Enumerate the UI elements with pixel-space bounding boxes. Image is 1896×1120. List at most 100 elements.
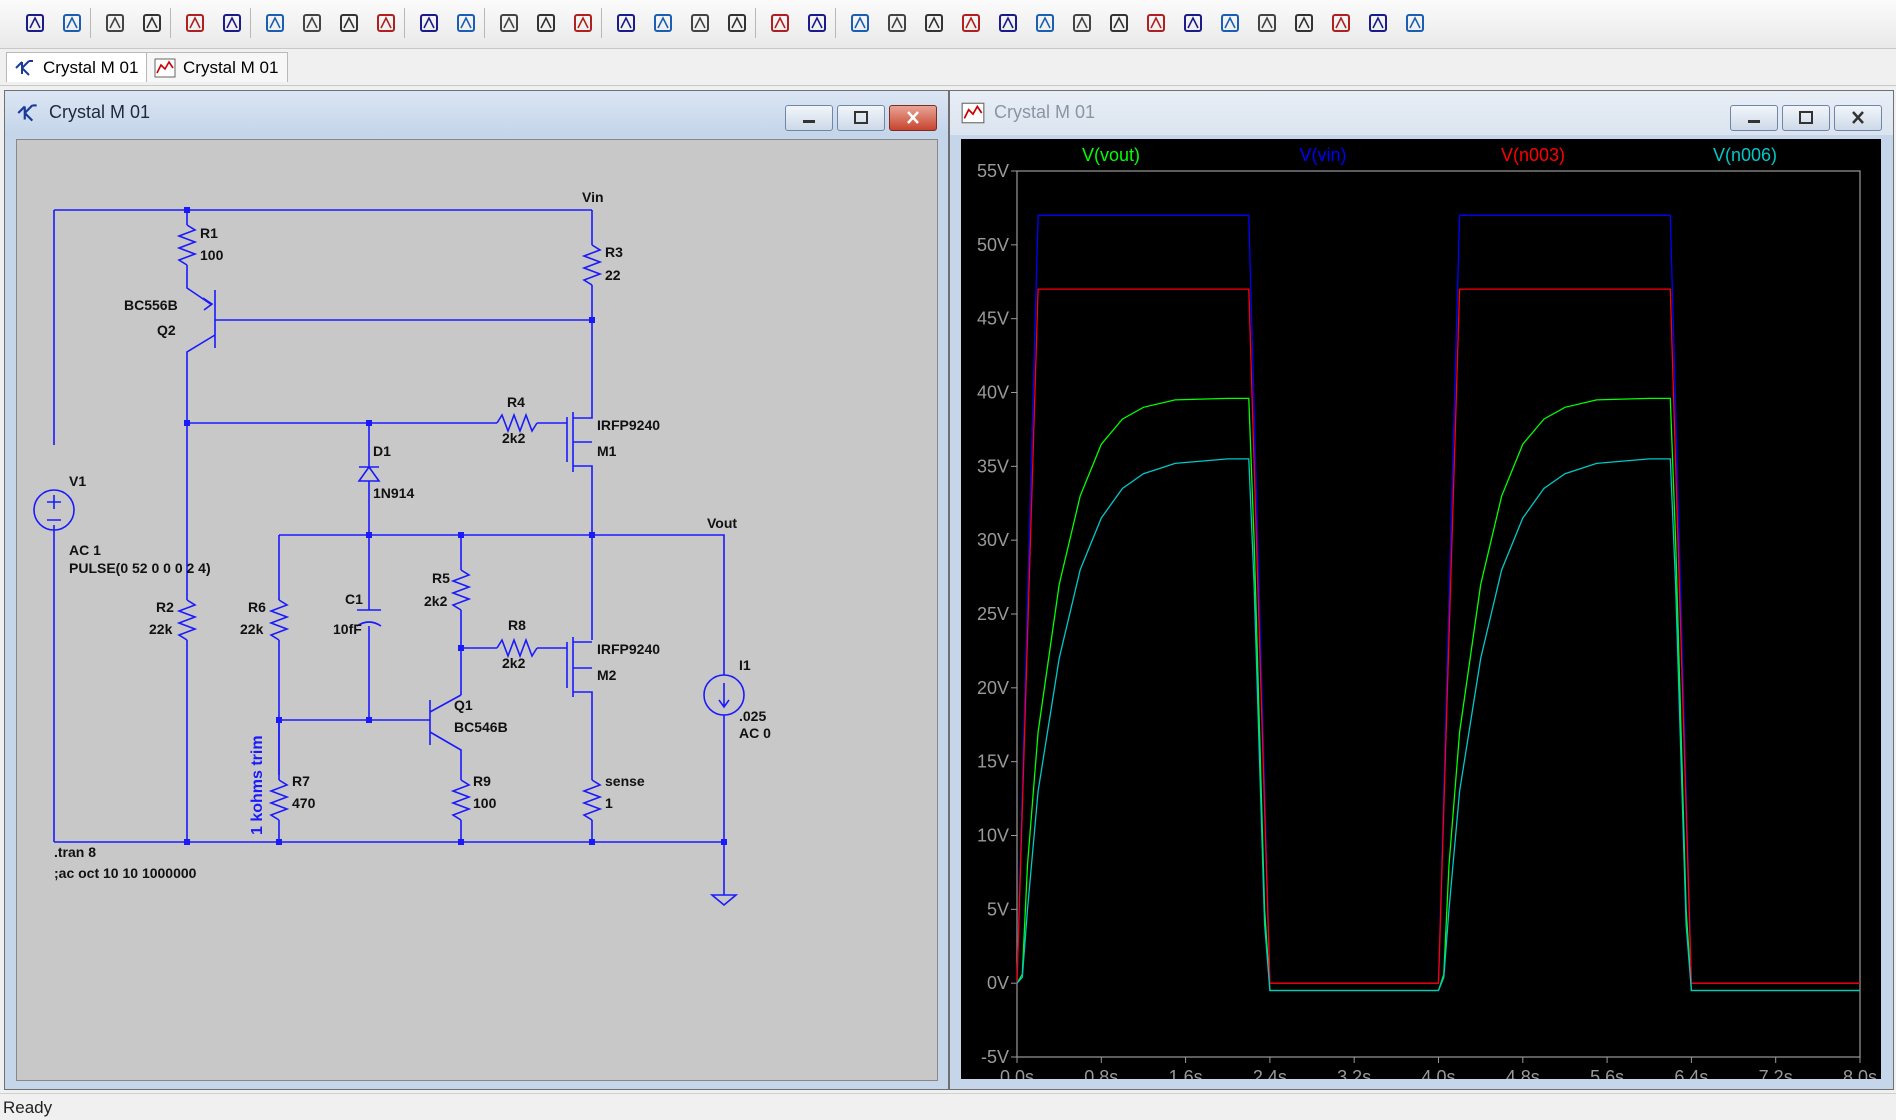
- drag-button[interactable]: [1178, 8, 1208, 38]
- zoom-out-button[interactable]: [334, 8, 364, 38]
- tab-label: Crystal M 01: [43, 57, 139, 77]
- print-button[interactable]: [802, 8, 832, 38]
- zoom-out-icon: [340, 14, 358, 32]
- resistor: [176, 599, 198, 641]
- waveform-window[interactable]: Crystal M 01 55V 50V 45V 40V 35V 30V 25V 20V 15V…: [949, 90, 1894, 1090]
- toolbar-separator: [601, 8, 602, 38]
- schematic-titlebar[interactable]: Crystal M 01: [5, 91, 948, 135]
- redo-icon: [1258, 14, 1276, 32]
- cascade-button[interactable]: [531, 8, 561, 38]
- part-value: PULSE(0 52 0 0 0 2 4): [69, 560, 211, 576]
- close-button[interactable]: [1834, 105, 1882, 131]
- cut-button[interactable]: [611, 8, 641, 38]
- tile-vertical-button[interactable]: [568, 8, 598, 38]
- document-tabs: Crystal M 01 Crystal M 01: [0, 49, 1896, 86]
- tile-horizontal-button[interactable]: [494, 8, 524, 38]
- y-tick-label: 40V: [977, 383, 1009, 403]
- schematic-window[interactable]: Crystal M 01 Vin Vout R1 100 R3 22 BC556…: [4, 90, 949, 1090]
- rotate-icon: [1295, 14, 1313, 32]
- part-name: R8: [508, 617, 526, 633]
- spice-comment: ;ac oct 10 10 1000000: [54, 865, 197, 881]
- new-schematic-button[interactable]: [20, 8, 50, 38]
- redo-button[interactable]: [1252, 8, 1282, 38]
- new-schematic-icon: [26, 14, 44, 32]
- run-button[interactable]: [180, 8, 210, 38]
- part-name: R4: [507, 394, 525, 410]
- print-setup-button[interactable]: [765, 8, 795, 38]
- x-tick-label: 0.0s: [1000, 1067, 1034, 1079]
- zoom-full-button[interactable]: [297, 8, 327, 38]
- transistor: [186, 290, 592, 423]
- part-name: sense: [605, 773, 645, 789]
- text-button[interactable]: [1363, 8, 1393, 38]
- zoom-cancel-button[interactable]: [371, 8, 401, 38]
- mirror-button[interactable]: [1326, 8, 1356, 38]
- part-name: D1: [373, 443, 391, 459]
- part-name: R2: [156, 599, 174, 615]
- plot-settings-icon: [457, 14, 475, 32]
- find-button[interactable]: [722, 8, 752, 38]
- part-value: 2k2: [502, 430, 526, 446]
- plot-settings-button[interactable]: [451, 8, 481, 38]
- y-tick-label: 35V: [977, 456, 1009, 476]
- schematic-icon: [15, 59, 33, 76]
- resistor-button[interactable]: [956, 8, 986, 38]
- waveform-titlebar[interactable]: Crystal M 01: [950, 91, 1893, 135]
- component-button[interactable]: [1104, 8, 1134, 38]
- close-button[interactable]: [889, 105, 937, 131]
- move-button[interactable]: [1141, 8, 1171, 38]
- control-panel-icon: [143, 14, 161, 32]
- zoom-in-button[interactable]: [260, 8, 290, 38]
- spice-directive-button[interactable]: [1400, 8, 1430, 38]
- label-net-button[interactable]: [919, 8, 949, 38]
- y-tick-label: 20V: [977, 678, 1009, 698]
- part-value: 22k: [240, 621, 264, 637]
- schematic-icon: [17, 104, 37, 122]
- save-icon: [106, 14, 124, 32]
- part-name: R6: [248, 599, 266, 615]
- autorange-button[interactable]: [414, 8, 444, 38]
- resistor: [496, 637, 538, 659]
- capacitor-button[interactable]: [993, 8, 1023, 38]
- minimize-button[interactable]: [785, 105, 833, 131]
- tab-schematic[interactable]: Crystal M 01: [6, 52, 152, 82]
- close-icon: [1852, 111, 1864, 124]
- control-panel-button[interactable]: [137, 8, 167, 38]
- legend-vvout: V(vout): [1082, 145, 1140, 165]
- capacitor-icon: [999, 14, 1017, 32]
- maximize-icon: [854, 111, 868, 124]
- toolbar-separator: [404, 8, 405, 38]
- halt-button[interactable]: [217, 8, 247, 38]
- x-tick-label: 4.0s: [1421, 1067, 1455, 1079]
- inductor-button[interactable]: [1030, 8, 1060, 38]
- undo-button[interactable]: [1215, 8, 1245, 38]
- save-button[interactable]: [100, 8, 130, 38]
- rotate-button[interactable]: [1289, 8, 1319, 38]
- y-tick-label: 5V: [987, 899, 1009, 919]
- part-value: BC546B: [454, 719, 508, 735]
- ground-button[interactable]: [882, 8, 912, 38]
- wire: [279, 534, 725, 842]
- main-toolbar: [0, 0, 1896, 49]
- waveform-plot[interactable]: 55V 50V 45V 40V 35V 30V 25V 20V 15V 10V 5V 0V -5V 0.0…: [961, 139, 1881, 1079]
- x-tick-label: 7.2s: [1759, 1067, 1793, 1079]
- diode-button[interactable]: [1067, 8, 1097, 38]
- part-value: 10fF: [333, 621, 362, 637]
- close-icon: [907, 111, 919, 124]
- toolbar-separator: [90, 8, 91, 38]
- paste-button[interactable]: [685, 8, 715, 38]
- tab-waveform[interactable]: Crystal M 01: [146, 52, 288, 82]
- part-name: R7: [292, 773, 310, 789]
- copy-icon: [654, 14, 672, 32]
- part-name: R1: [200, 225, 218, 241]
- maximize-button[interactable]: [837, 105, 885, 131]
- open-button[interactable]: [57, 8, 87, 38]
- part-value: 470: [292, 795, 316, 811]
- copy-button[interactable]: [648, 8, 678, 38]
- resistor: [450, 779, 472, 821]
- maximize-button[interactable]: [1782, 105, 1830, 131]
- part-name: M2: [597, 667, 617, 683]
- minimize-button[interactable]: [1730, 105, 1778, 131]
- wire-button[interactable]: [845, 8, 875, 38]
- schematic-canvas[interactable]: Vin Vout R1 100 R3 22 BC556B Q2 R4 2k2 I…: [16, 139, 938, 1081]
